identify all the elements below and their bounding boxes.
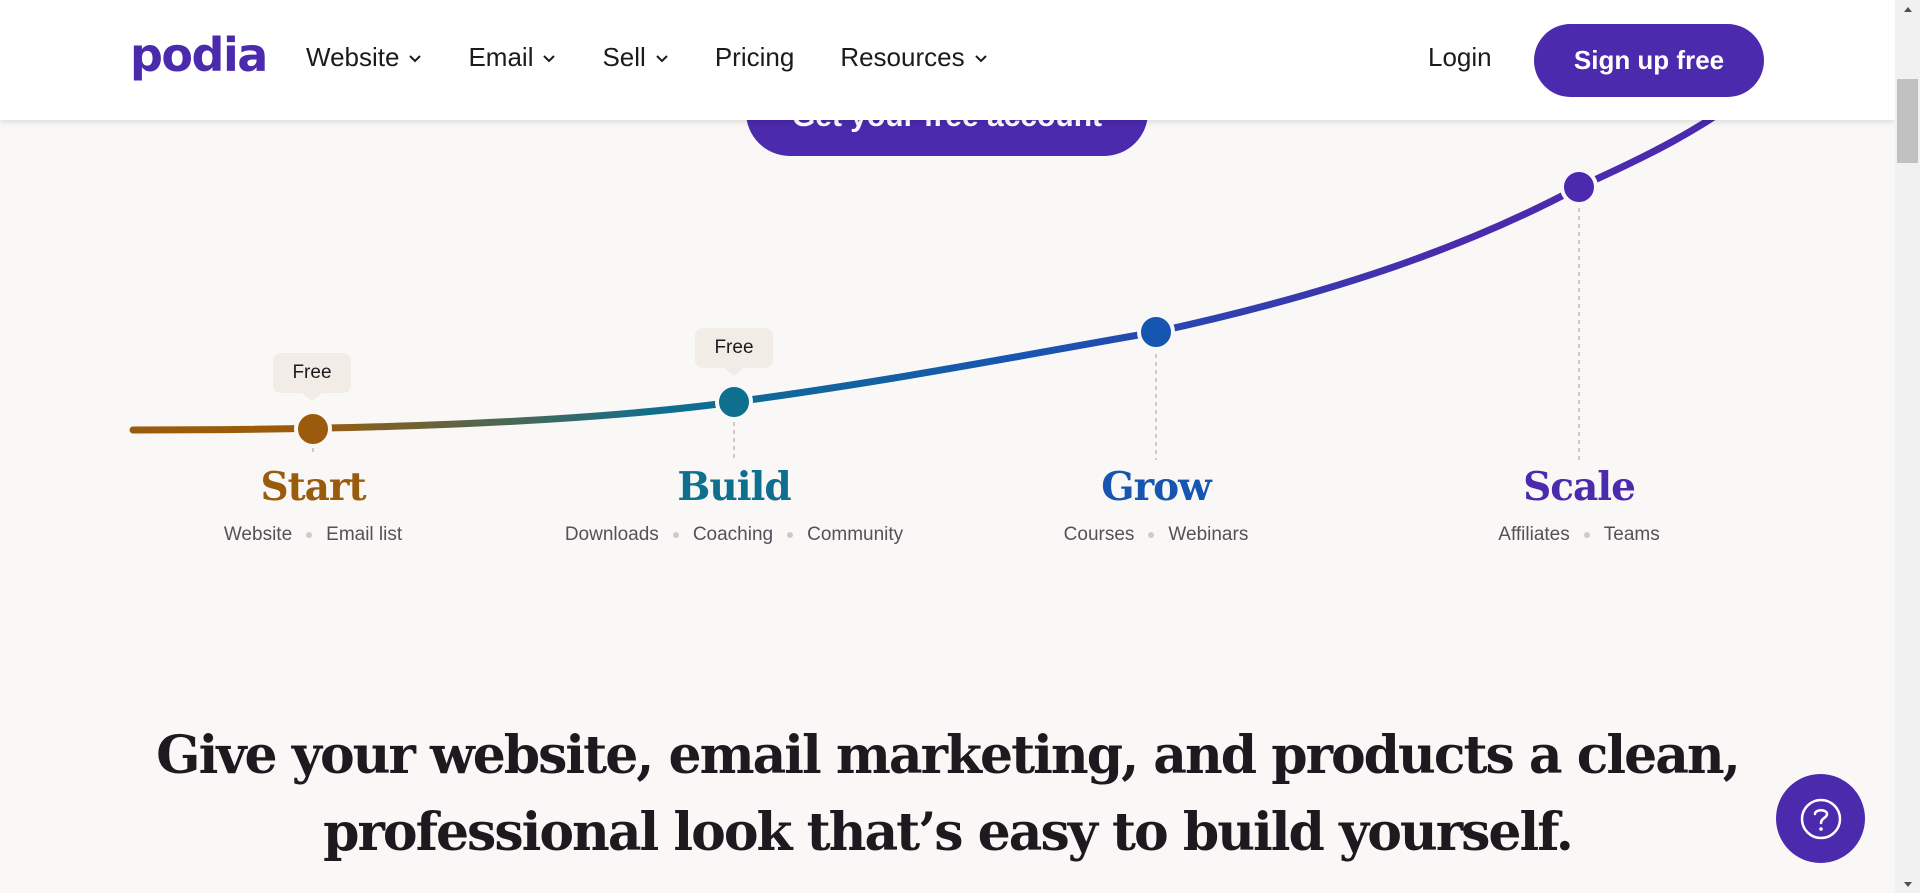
bullet-separator [672,532,679,538]
stage-title: Scale [1523,464,1636,510]
stage-item: Coaching [692,524,774,545]
stage-dot-build [715,383,753,421]
chevron-down-icon [408,51,422,65]
nav-email[interactable]: Email [468,42,556,73]
stage-title: Start [260,464,366,510]
stage-item: Email list [326,524,403,545]
nav-label: Website [306,42,400,72]
bullet-separator [1148,532,1155,538]
nav-label: Email [468,42,534,72]
stage-dot-grow [1137,313,1175,351]
nav-sell[interactable]: Sell [602,42,668,73]
free-tag: Free [695,328,773,376]
nav-website[interactable]: Website [306,42,422,73]
chevron-down-icon [655,51,669,65]
chevron-down-icon [974,51,988,65]
nav-resources[interactable]: Resources [840,42,987,73]
stage-grow: Grow Courses Webinars [926,464,1386,546]
stage-items: Website Email list [83,524,543,546]
stage-items: Downloads Coaching Community [504,524,964,546]
chevron-down-icon [542,51,556,65]
nav-pricing[interactable]: Pricing [715,42,794,73]
podia-logo[interactable]: podia [130,28,268,82]
scrollbar-thumb[interactable] [1897,79,1918,163]
stage-scale: Scale Affiliates Teams [1349,464,1809,546]
headline-line: Give your website, email marketing, and … [156,725,1741,786]
stage-item: Affiliates [1498,524,1570,545]
stage-item: Teams [1603,524,1660,545]
stage-item: Community [807,524,904,545]
nav-label: Pricing [714,42,795,72]
scroll-down-arrow-icon[interactable] [1895,876,1920,893]
login-link[interactable]: Login [1428,42,1492,73]
bullet-separator [306,532,313,538]
free-tag: Free [273,353,351,401]
stage-item: Courses [1063,524,1135,545]
help-button[interactable] [1776,774,1865,863]
stage-item: Website [223,524,293,545]
stage-dot-scale [1560,168,1598,206]
nav-label: Sell [602,42,646,72]
stage-title: Build [677,464,791,510]
curve-line [129,81,1764,434]
stage-item: Webinars [1168,524,1249,545]
nav-label: Resources [840,42,965,72]
stage-items: Courses Webinars [926,524,1386,546]
stage-title: Grow [1101,464,1211,510]
main-nav: Website Email Sell Pricing Resources [306,42,1034,73]
stage-dot-start [294,410,332,448]
bullet-separator [1583,532,1590,538]
page-scrollbar[interactable] [1895,0,1920,893]
stage-build: Build Downloads Coaching Community [504,464,964,546]
sign-up-button[interactable]: Sign up free [1534,24,1764,97]
bullet-separator [787,532,794,538]
question-icon [1800,798,1841,839]
section-headline: Give your website, email marketing, and … [0,717,1895,871]
stage-item: Downloads [564,524,659,545]
stage-items: Affiliates Teams [1349,524,1809,546]
headline-line: professional look that’s easy to build y… [323,802,1574,863]
page: Get your free account podia Website Emai… [0,0,1895,893]
scroll-up-arrow-icon[interactable] [1895,0,1920,17]
site-header: podia Website Email Sell Pricing Resourc… [0,0,1895,120]
stage-start: Start Website Email list [83,464,543,546]
